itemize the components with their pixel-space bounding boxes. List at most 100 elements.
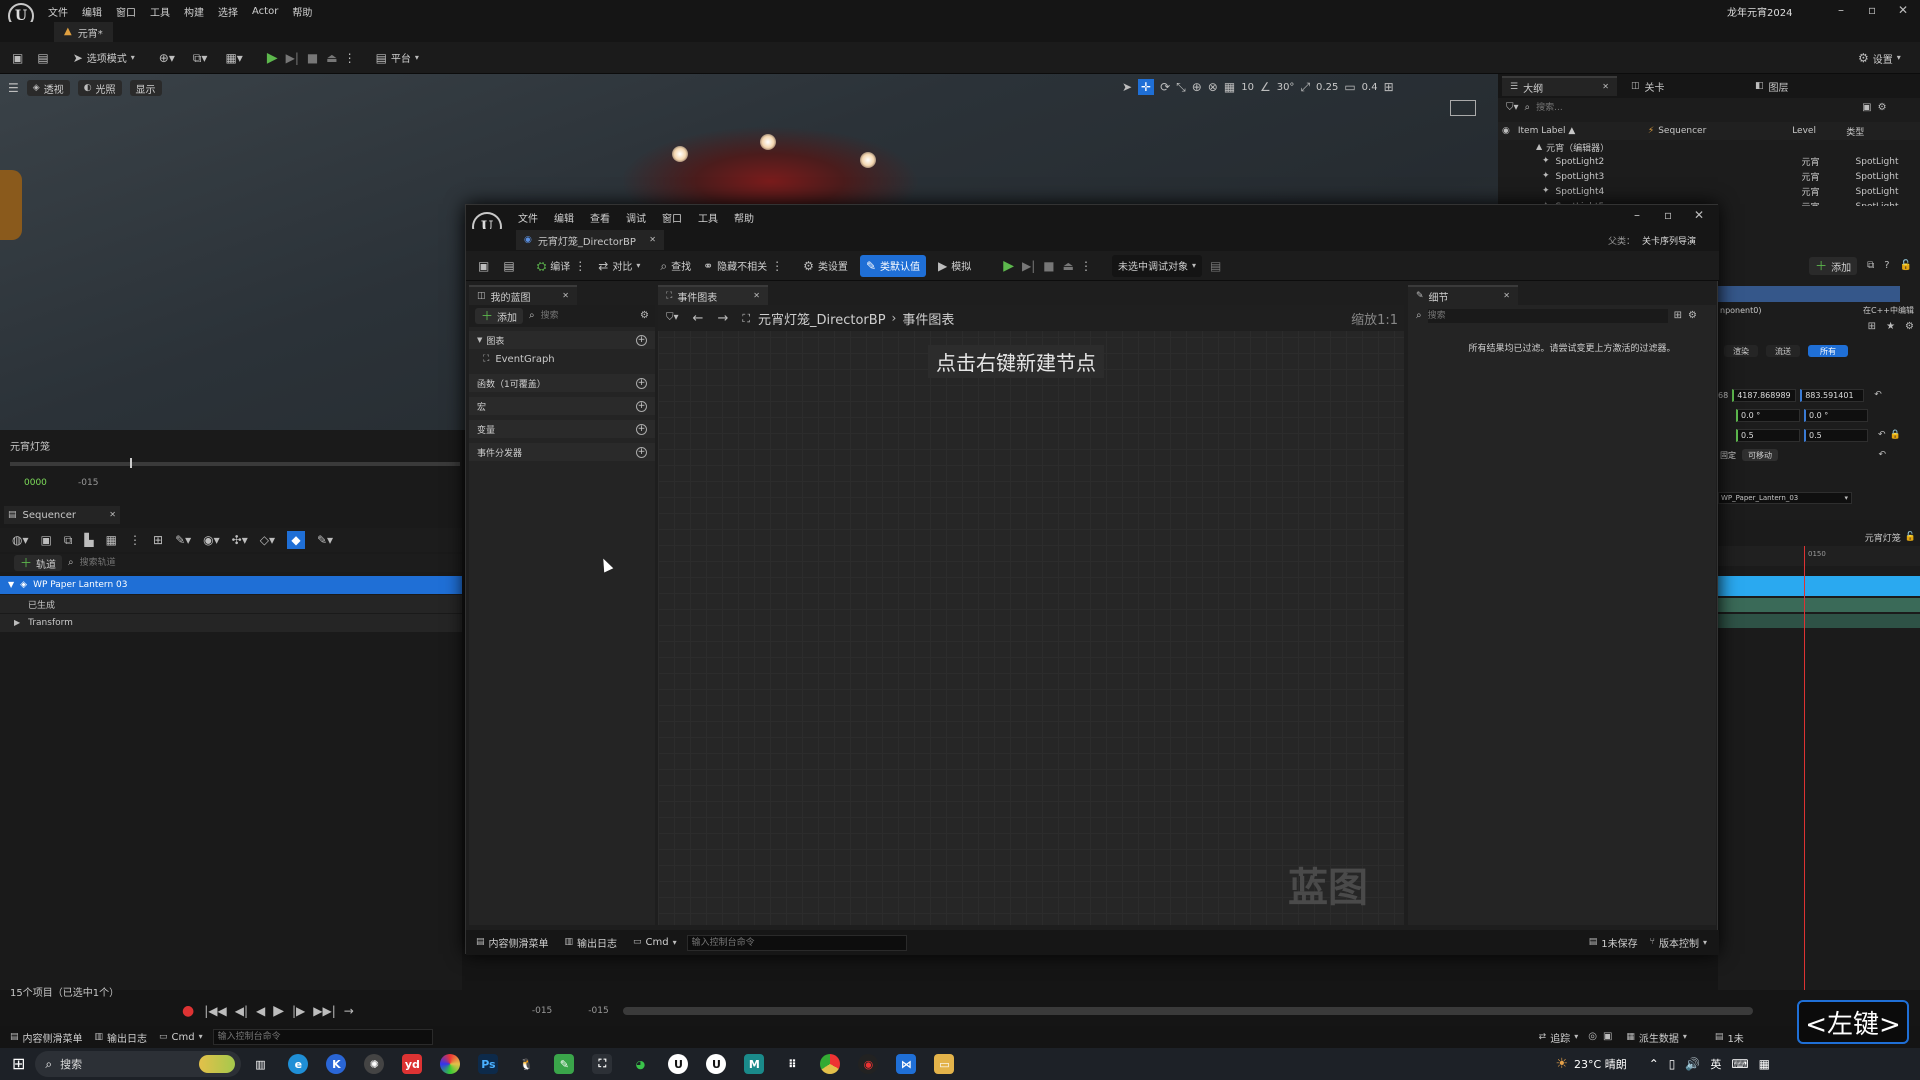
range-scrollbar[interactable]	[622, 1007, 1753, 1015]
mobility-movable[interactable]: 可移动	[1742, 449, 1778, 461]
timeline-playhead[interactable]	[1804, 546, 1805, 990]
settings-button[interactable]: ⚙ 设置 ▾	[1852, 47, 1907, 69]
event-graph-canvas[interactable]: ⛉▾ ← → ⛶ 元宵灯笼_DirectorBP › 事件图表 缩放1:1 点击…	[658, 305, 1404, 925]
debug-target-select[interactable]: 未选中调试对象 ▾	[1111, 254, 1202, 277]
event-graph-item[interactable]: ⛶ EventGraph	[469, 349, 655, 369]
platform-button[interactable]: ▤ 平台 ▾	[370, 47, 425, 69]
track-bar-spawned[interactable]	[1718, 598, 1920, 612]
key-icon[interactable]: ◇▾	[260, 534, 275, 546]
bp-menu-view[interactable]: 查看	[590, 210, 610, 225]
tab-outliner[interactable]: ☰ 大纲 ✕	[1502, 76, 1617, 96]
cmd-select[interactable]: ▭ Cmd ▾	[153, 1026, 209, 1048]
step-icon[interactable]: ▶|	[286, 52, 299, 64]
track-bar-selected[interactable]	[1718, 576, 1920, 596]
jump-end-icon[interactable]: ▶▶|	[313, 1005, 336, 1017]
perspective-button[interactable]: ◈ 透视	[26, 80, 70, 96]
mobility-static[interactable]: 固定	[1718, 449, 1738, 461]
col-level[interactable]: Level	[1792, 126, 1846, 136]
wrench-icon[interactable]: ✎▾	[175, 534, 191, 546]
blueprint-icon[interactable]: ⧉▾	[193, 52, 208, 64]
location-z-field[interactable]: 883.591401	[1800, 388, 1865, 402]
scale-tool-icon[interactable]: ⤡	[1176, 81, 1186, 93]
col-item-label[interactable]: Item Label ▲	[1518, 126, 1648, 136]
filter-rendering[interactable]: 渲染	[1724, 345, 1758, 357]
youdao-icon[interactable]: yd	[402, 1054, 423, 1074]
eye-icon[interactable]: ◉	[1502, 126, 1510, 136]
stop-icon[interactable]: ■	[1043, 260, 1054, 272]
eject-icon[interactable]: ⏏	[326, 52, 337, 64]
lock-icon[interactable]: 🔓	[1905, 532, 1916, 542]
edge-icon[interactable]: e	[288, 1054, 309, 1074]
m-app-icon[interactable]: M	[744, 1054, 765, 1074]
unsaved-button[interactable]: ▤ 1未	[1709, 1026, 1750, 1048]
camera-speed[interactable]: 0.4	[1362, 82, 1378, 93]
stop-icon[interactable]: ■	[307, 52, 318, 64]
playhead-marker[interactable]	[130, 458, 132, 468]
event-graph-tab[interactable]: ⛶ 事件图表 ✕	[658, 285, 768, 305]
component-edit-link[interactable]: 在C++中编辑	[1863, 305, 1914, 316]
lock-icon[interactable]: 🔓	[1900, 261, 1912, 271]
color-app-icon[interactable]	[440, 1054, 461, 1074]
gear-icon[interactable]: ⚙	[1878, 103, 1887, 113]
rotation-z-field[interactable]: 0.0 °	[1804, 408, 1868, 422]
vscode-icon[interactable]: ⋈	[896, 1054, 917, 1074]
snap-icon[interactable]: ✣▾	[232, 534, 248, 546]
chrome-icon[interactable]	[820, 1054, 841, 1074]
lit-button[interactable]: ◐ 光照	[77, 80, 122, 96]
level-tab[interactable]: ▲ 元宵*	[54, 22, 113, 42]
outliner-row[interactable]: ✦ SpotLight3 元宵 SpotLight	[1498, 169, 1920, 184]
outliner-root-row[interactable]: ▲ 元宵（编辑器）	[1498, 140, 1920, 154]
network-app-icon[interactable]: ⛶	[592, 1054, 613, 1074]
play-reverse-icon[interactable]: ◀	[256, 1005, 265, 1017]
loop-icon[interactable]: →	[344, 1005, 354, 1017]
step-forward-icon[interactable]: |▶	[292, 1005, 305, 1017]
hierarchy-icon[interactable]: ⊞	[153, 534, 163, 546]
recorder-icon[interactable]: ◉	[858, 1054, 879, 1074]
bp-content-drawer-button[interactable]: ▤ 内容侧滑菜单	[470, 932, 555, 954]
browse-icon[interactable]: ▤	[37, 52, 48, 64]
add-actor-icon[interactable]: ⊕▾	[159, 52, 175, 64]
bp-console-input[interactable]	[686, 934, 907, 951]
track-row-spawned[interactable]: 已生成	[0, 595, 462, 613]
dots-app-icon[interactable]: ⠿	[782, 1054, 802, 1074]
details-tab[interactable]: ✎ 细节 ✕	[1408, 285, 1518, 305]
bp-unsaved-button[interactable]: ▤ 1未保存	[1583, 932, 1644, 954]
reset-icon[interactable]: ↶	[1878, 430, 1886, 440]
more-icon[interactable]: ⋮	[1080, 260, 1092, 272]
tray-icon[interactable]: ▯	[1669, 1058, 1676, 1070]
bp-menu-window[interactable]: 窗口	[662, 210, 682, 225]
close-icon[interactable]: ✕	[1694, 209, 1704, 221]
keyboard-icon[interactable]: ⌨	[1731, 1058, 1748, 1070]
bp-menu-help[interactable]: 帮助	[734, 210, 754, 225]
qq-icon[interactable]: 🐧	[516, 1054, 536, 1074]
component-selected-bar[interactable]	[1718, 286, 1900, 302]
move-tool-icon[interactable]: ✛	[1138, 79, 1155, 95]
save-icon[interactable]: ▣	[12, 52, 23, 64]
my-blueprint-tab[interactable]: ◫ 我的蓝图 ✕	[469, 285, 577, 305]
key-active-icon[interactable]: ◆	[286, 531, 305, 549]
parent-class-link[interactable]: 关卡序列导演	[1642, 234, 1696, 247]
class-defaults-button[interactable]: ✎ 类默认值	[859, 254, 926, 277]
gear-icon[interactable]: ⚙	[1905, 322, 1914, 332]
console-input[interactable]	[212, 1029, 433, 1045]
select-mode-button[interactable]: ➤ 选项模式 ▾	[67, 47, 141, 69]
add-variable-icon[interactable]: +	[636, 423, 647, 435]
jump-start-icon[interactable]: |◀◀	[204, 1005, 227, 1017]
scale-snap-icon[interactable]: ⤢	[1300, 81, 1310, 93]
star-icon[interactable]: ★	[1886, 322, 1895, 332]
camera-icon[interactable]: ▣	[1603, 1032, 1612, 1042]
ime-indicator[interactable]: 英	[1710, 1056, 1721, 1072]
unreal-taskbar-icon-2[interactable]: U	[706, 1054, 727, 1074]
gear-icon[interactable]: ⚙	[640, 311, 649, 321]
menu-window[interactable]: 窗口	[116, 4, 136, 19]
bp-menu-debug[interactable]: 调试	[626, 210, 646, 225]
mesh-select[interactable]: WP_Paper_Lantern_03 ▾	[1718, 492, 1852, 504]
close-icon[interactable]: ✕	[753, 292, 760, 300]
lock-icon[interactable]: 🔒	[1890, 430, 1901, 440]
minimize-icon[interactable]: –	[1634, 209, 1640, 221]
bp-output-log-button[interactable]: ▥ 输出日志	[559, 932, 624, 954]
outliner-row[interactable]: ✦ SpotLight2 元宵 SpotLight	[1498, 154, 1920, 169]
show-button[interactable]: 显示	[129, 80, 162, 96]
close-icon[interactable]: ✕	[562, 292, 569, 300]
davinci-icon[interactable]: ✺	[364, 1054, 385, 1074]
